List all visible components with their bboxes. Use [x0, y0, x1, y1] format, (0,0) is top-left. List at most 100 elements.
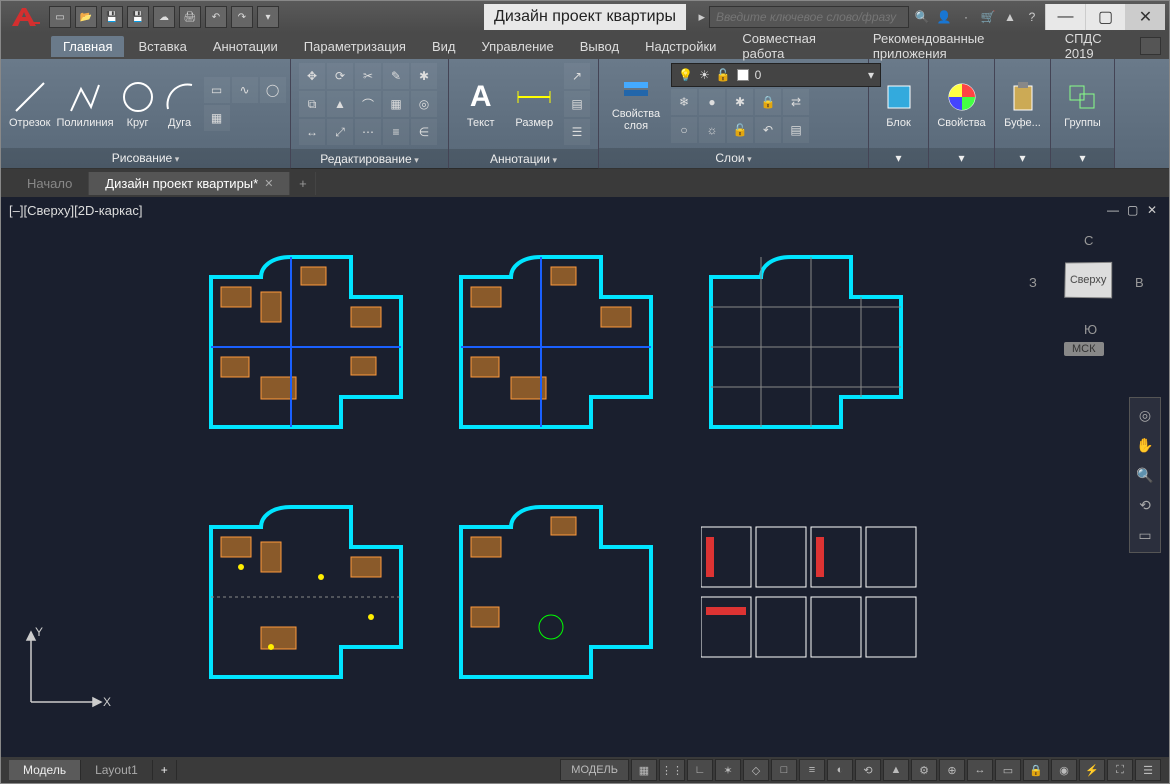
status-transparency-icon[interactable]: ◐	[827, 759, 853, 781]
panel-modify-title[interactable]: Редактирование	[291, 149, 448, 169]
fillet-icon[interactable]: ⌒	[355, 91, 381, 117]
status-cycling-icon[interactable]: ⟲	[855, 759, 881, 781]
help-icon[interactable]: ?	[1023, 8, 1041, 26]
panel-clipboard-expand[interactable]: ▾	[995, 148, 1050, 168]
status-isodraft-icon[interactable]: ◇	[743, 759, 769, 781]
qat-cloud-icon[interactable]: ☁	[153, 6, 175, 28]
status-customize-icon[interactable]: ☰	[1135, 759, 1161, 781]
rotate-icon[interactable]: ⟳	[327, 63, 353, 89]
status-isolate-icon[interactable]: ◉	[1051, 759, 1077, 781]
panel-draw-title[interactable]: Рисование	[1, 148, 290, 168]
layer-thaw-icon[interactable]: ☼	[699, 117, 725, 143]
panel-annotation-title[interactable]: Аннотации	[449, 149, 598, 169]
nav-wheel-icon[interactable]: ◎	[1132, 402, 1158, 428]
layer-freeze-icon[interactable]: ✱	[727, 89, 753, 115]
file-tab-new[interactable]: +	[290, 172, 316, 195]
qat-redo-icon[interactable]: ↷	[231, 6, 253, 28]
layer-off-icon[interactable]: ●	[699, 89, 725, 115]
compass-e[interactable]: В	[1135, 275, 1144, 290]
status-hardware-icon[interactable]: ⚡	[1079, 759, 1105, 781]
app-logo[interactable]	[5, 3, 45, 31]
app-store-icon[interactable]: ▲	[1001, 8, 1019, 26]
vp-minimize-icon[interactable]: —	[1107, 203, 1121, 217]
trim-icon[interactable]: ✂	[355, 63, 381, 89]
qat-undo-icon[interactable]: ↶	[205, 6, 227, 28]
qat-open-icon[interactable]: 📂	[75, 6, 97, 28]
arc-button[interactable]: Дуга	[162, 65, 198, 143]
tab-collab[interactable]: Совместная работа	[730, 28, 858, 64]
nav-pan-icon[interactable]: ✋	[1132, 432, 1158, 458]
props-button[interactable]: Свойства	[937, 65, 986, 143]
tab-insert[interactable]: Вставка	[126, 36, 198, 57]
tab-view[interactable]: Вид	[420, 36, 468, 57]
vp-maximize-icon[interactable]: ▢	[1127, 203, 1141, 217]
compass-s[interactable]: Ю	[1084, 322, 1097, 337]
mtext-icon[interactable]: ☰	[564, 119, 590, 145]
offset-icon[interactable]: ◎	[411, 91, 437, 117]
qat-saveas-icon[interactable]: 💾	[127, 6, 149, 28]
maximize-button[interactable]: ▢	[1085, 4, 1125, 30]
minimize-button[interactable]: —	[1045, 4, 1085, 30]
tab-home[interactable]: Главная	[51, 36, 124, 57]
sheet-model[interactable]: Модель	[9, 760, 81, 780]
search-input[interactable]	[709, 6, 909, 28]
status-lwt-icon[interactable]: ≡	[799, 759, 825, 781]
table-icon[interactable]: ▤	[564, 91, 590, 117]
leader-icon[interactable]: ↗	[564, 63, 590, 89]
status-grid-icon[interactable]: ▦	[631, 759, 657, 781]
tab-addins[interactable]: Надстройки	[633, 36, 728, 57]
erase-icon[interactable]: ✎	[383, 63, 409, 89]
circle-button[interactable]: Круг	[120, 65, 156, 143]
scale-icon[interactable]: ⤢	[327, 119, 353, 145]
layer-unlock-icon[interactable]: 🔓	[727, 117, 753, 143]
layer-match-icon[interactable]: ⇄	[783, 89, 809, 115]
status-annoscale-icon[interactable]: ▲	[883, 759, 909, 781]
qat-plot-icon[interactable]: 🖨	[179, 6, 201, 28]
panel-layers-title[interactable]: Слои	[599, 148, 868, 168]
qat-save-icon[interactable]: 💾	[101, 6, 123, 28]
layer-on-icon[interactable]: ○	[671, 117, 697, 143]
viewport-label[interactable]: [–][Сверху][2D-каркас]	[9, 203, 142, 218]
status-units-icon[interactable]: ↔	[967, 759, 993, 781]
copy-icon[interactable]: ⧉	[299, 91, 325, 117]
exchange-icon[interactable]: 🛒	[979, 8, 997, 26]
compass-w[interactable]: З	[1029, 275, 1037, 290]
tab-annotate[interactable]: Аннотации	[201, 36, 290, 57]
qat-dropdown-icon[interactable]: ▾	[257, 6, 279, 28]
status-ortho-icon[interactable]: ∟	[687, 759, 713, 781]
panel-props-expand[interactable]: ▾	[929, 148, 994, 168]
polyline-button[interactable]: Полилиния	[56, 65, 113, 143]
block-button[interactable]: Блок	[877, 65, 920, 143]
file-tab-active[interactable]: Дизайн проект квартиры* ✕	[89, 172, 290, 195]
align-icon[interactable]: ≡	[383, 119, 409, 145]
tab-spds[interactable]: СПДС 2019	[1053, 28, 1138, 64]
panel-groups-expand[interactable]: ▾	[1051, 148, 1114, 168]
nav-showmotion-icon[interactable]: ▭	[1132, 522, 1158, 548]
mirror-icon[interactable]: ▲	[327, 91, 353, 117]
status-polar-icon[interactable]: ✶	[715, 759, 741, 781]
status-workspace-icon[interactable]: ⚙	[911, 759, 937, 781]
groups-button[interactable]: Группы	[1059, 65, 1106, 143]
arraypath-icon[interactable]: ⋯	[355, 119, 381, 145]
status-snap-icon[interactable]: ⋮⋮	[659, 759, 685, 781]
close-button[interactable]: ✕	[1125, 4, 1165, 30]
status-osnap-icon[interactable]: □	[771, 759, 797, 781]
file-tab-start[interactable]: Начало	[11, 172, 89, 195]
layer-props-button[interactable]: Свойства слоя	[607, 74, 665, 132]
status-quickprops-icon[interactable]: ▭	[995, 759, 1021, 781]
layer-state-icon[interactable]: ▤	[783, 117, 809, 143]
hatch-icon[interactable]: ▦	[204, 105, 230, 131]
move-icon[interactable]: ✥	[299, 63, 325, 89]
search-chevron-icon[interactable]: ▸	[698, 9, 705, 25]
layer-prev-icon[interactable]: ↶	[755, 117, 781, 143]
status-model-button[interactable]: МОДЕЛЬ	[560, 759, 629, 781]
array-icon[interactable]: ▦	[383, 91, 409, 117]
tab-featured[interactable]: Рекомендованные приложения	[861, 28, 1051, 64]
compass-n[interactable]: С	[1084, 233, 1093, 248]
explode-icon[interactable]: ✱	[411, 63, 437, 89]
tab-manage[interactable]: Управление	[469, 36, 565, 57]
dimension-button[interactable]: Размер	[511, 65, 559, 143]
vp-close-icon[interactable]: ✕	[1147, 203, 1161, 217]
line-button[interactable]: Отрезок	[9, 65, 50, 143]
tab-output[interactable]: Вывод	[568, 36, 631, 57]
